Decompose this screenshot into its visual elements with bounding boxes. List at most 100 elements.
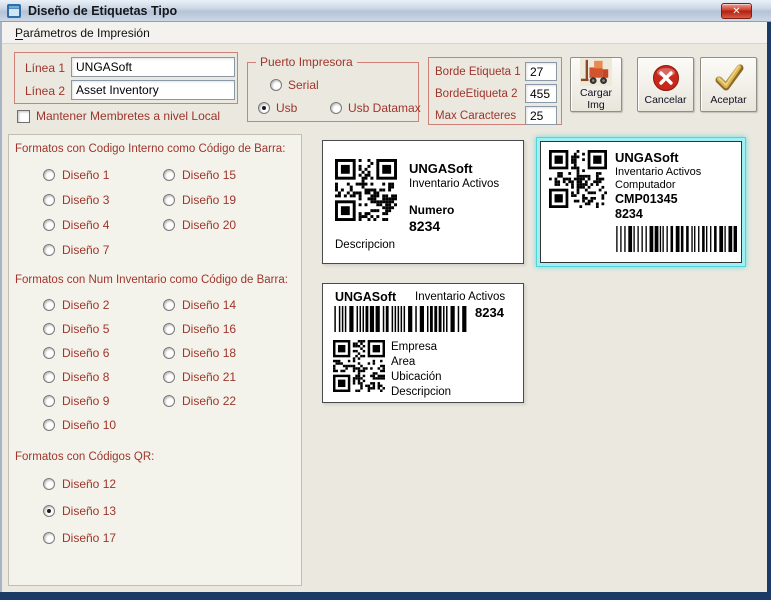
format-options: Diseño 2Diseño 14Diseño 5 Diseño 16 Diseño… — [15, 293, 295, 437]
radio-diseño-15[interactable]: Diseño 15 — [163, 162, 295, 187]
lineas-group: Línea 1 Línea 2 — [14, 52, 238, 104]
menu-parametros-impresion[interactable]: Parámetros de Impresión — [10, 24, 155, 42]
radio-serial[interactable]: Serial — [270, 78, 319, 92]
radio-label: Diseño 19 — [182, 193, 236, 207]
radio-icon — [43, 244, 55, 256]
radio-icon — [270, 79, 282, 91]
preview-label-b-selected[interactable]: UNGASoft Inventario Activos Computador C… — [536, 137, 746, 267]
radio-diseño-20[interactable]: Diseño 20 — [163, 212, 295, 237]
radio-diseño-22[interactable]: Diseño 22 — [163, 389, 295, 413]
radio-icon — [163, 219, 175, 231]
linea2-label: Línea 2 — [25, 84, 65, 98]
titlebar: Diseño de Etiquetas Tipo ✕ — [0, 0, 771, 22]
radio-icon — [163, 194, 175, 206]
format-options: Diseño 12 Diseño 13Diseño 17 — [15, 470, 295, 551]
radio-label: Diseño 15 — [182, 168, 236, 182]
radio-diseño-2[interactable]: Diseño 2 — [43, 293, 163, 317]
radio-icon — [43, 371, 55, 383]
radio-diseño-1[interactable]: Diseño 1 — [43, 162, 163, 187]
format-group-title: Formatos con Códigos QR: — [15, 451, 295, 463]
label-c-field: Area — [391, 355, 451, 370]
format-group: Formatos con Codigo Interno como Código … — [15, 143, 295, 262]
radio-usb[interactable]: Usb — [258, 101, 297, 115]
membretes-checkbox[interactable]: Mantener Membretes a nivel Local — [17, 109, 220, 123]
radio-diseño-19[interactable]: Diseño 19 — [163, 187, 295, 212]
radio-diseño-13[interactable]: Diseño 13 — [43, 497, 163, 524]
radio-label: Diseño 4 — [62, 218, 109, 232]
aceptar-button[interactable]: Aceptar — [700, 57, 757, 112]
format-options: Diseño 1 Diseño 15 Diseño 3 Diseño 19 Diseño… — [15, 162, 295, 262]
radio-diseño-6[interactable]: Diseño 6 — [43, 341, 163, 365]
bordes-group: Borde Etiqueta 1 BordeEtiqueta 2 Max Car… — [428, 57, 562, 125]
cargar-img-button[interactable]: Cargar Img — [570, 57, 622, 112]
borde2-input[interactable] — [525, 84, 557, 103]
radio-icon — [330, 102, 342, 114]
radio-icon — [163, 323, 175, 335]
membretes-checkbox-label: Mantener Membretes a nivel Local — [36, 109, 220, 123]
format-group-title: Formatos con Codigo Interno como Código … — [15, 143, 295, 155]
empty-cell — [163, 470, 295, 497]
radio-label: Usb — [276, 101, 297, 115]
preview-label-b: UNGASoft Inventario Activos Computador C… — [540, 141, 742, 263]
radio-label: Diseño 16 — [182, 322, 236, 336]
radio-diseño-5[interactable]: Diseño 5 — [43, 317, 163, 341]
radio-icon — [43, 194, 55, 206]
app-window: Diseño de Etiquetas Tipo ✕ Parámetros de… — [0, 0, 771, 600]
max-caracteres-input[interactable] — [525, 106, 557, 125]
menu-accel: P — [15, 26, 23, 40]
preview-label-c[interactable]: UNGASoft Inventario Activos 8234 Empresa… — [322, 283, 524, 403]
label-a-number: 8234 — [409, 218, 440, 234]
linea1-label: Línea 1 — [25, 61, 65, 75]
empty-cell — [163, 524, 295, 551]
formats-panel: Formatos con Codigo Interno como Código … — [8, 134, 302, 586]
format-group: Formatos con Códigos QR:Diseño 12Diseño … — [15, 451, 295, 551]
format-group-title: Formatos con Num Inventario como Código … — [15, 274, 295, 286]
linea1-input[interactable] — [71, 57, 235, 77]
radio-diseño-3[interactable]: Diseño 3 — [43, 187, 163, 212]
label-c-fields: EmpresaAreaUbicaciónDescripcion — [391, 340, 451, 400]
menu-rest: arámetros de Impresión — [23, 26, 150, 40]
radio-label: Diseño 3 — [62, 193, 109, 207]
qr-code-icon — [549, 150, 607, 208]
label-a-brand: UNGASoft — [409, 161, 473, 176]
label-c-brand: UNGASoft — [335, 290, 396, 304]
radio-icon — [163, 299, 175, 311]
barcode-icon — [333, 306, 469, 332]
radio-label: Diseño 22 — [182, 394, 236, 408]
radio-label: Diseño 12 — [62, 477, 116, 491]
puerto-impresora-group: Puerto Impresora Serial Usb Usb Datamax — [247, 62, 419, 122]
linea2-input[interactable] — [71, 80, 235, 100]
qr-code-icon — [333, 340, 385, 392]
radio-diseño-18[interactable]: Diseño 18 — [163, 341, 295, 365]
radio-diseño-21[interactable]: Diseño 21 — [163, 365, 295, 389]
qr-code-icon — [335, 159, 397, 221]
radio-icon — [43, 419, 55, 431]
cancelar-button[interactable]: Cancelar — [637, 57, 694, 112]
radio-label: Diseño 9 — [62, 394, 109, 408]
radio-diseño-9[interactable]: Diseño 9 — [43, 389, 163, 413]
radio-diseño-14[interactable]: Diseño 14 — [163, 293, 295, 317]
radio-diseño-17[interactable]: Diseño 17 — [43, 524, 163, 551]
label-b-category: Computador — [615, 179, 676, 191]
radio-icon — [163, 371, 175, 383]
radio-label: Diseño 18 — [182, 346, 236, 360]
cancelar-label: Cancelar — [644, 94, 686, 106]
checkbox-icon — [17, 110, 30, 123]
radio-diseño-12[interactable]: Diseño 12 — [43, 470, 163, 497]
radio-diseño-7[interactable]: Diseño 7 — [43, 237, 163, 262]
label-c-field: Descripcion — [391, 385, 451, 400]
preview-label-a[interactable]: UNGASoft Inventario Activos Numero 8234 … — [322, 140, 524, 264]
radio-usb-datamax[interactable]: Usb Datamax — [330, 101, 421, 115]
radio-diseño-4[interactable]: Diseño 4 — [43, 212, 163, 237]
forklift-icon — [580, 58, 612, 86]
barcode-icon — [615, 226, 737, 252]
radio-diseño-10[interactable]: Diseño 10 — [43, 413, 163, 437]
puerto-impresora-title: Puerto Impresora — [256, 55, 357, 69]
borde1-input[interactable] — [525, 62, 557, 81]
radio-label: Diseño 20 — [182, 218, 236, 232]
radio-icon — [43, 532, 55, 544]
close-button[interactable]: ✕ — [721, 3, 752, 19]
max-caracteres-label: Max Caracteres — [435, 110, 516, 122]
radio-diseño-16[interactable]: Diseño 16 — [163, 317, 295, 341]
radio-diseño-8[interactable]: Diseño 8 — [43, 365, 163, 389]
